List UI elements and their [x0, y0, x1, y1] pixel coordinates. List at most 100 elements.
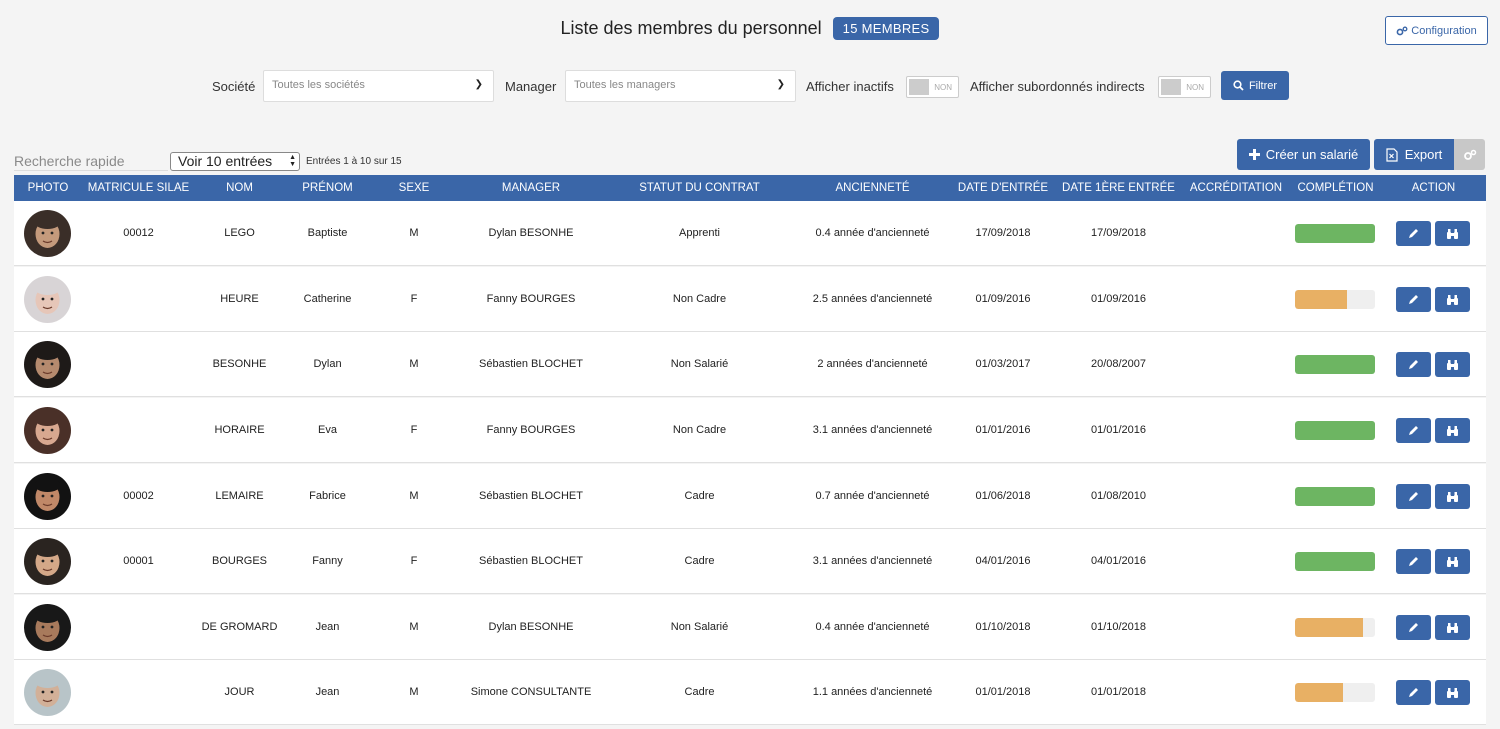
binoculars-icon: [1447, 491, 1458, 502]
gears-icon: [1396, 26, 1408, 35]
edit-button[interactable]: [1396, 287, 1431, 312]
table-row: 00012 LEGO Baptiste M Dylan BESONHE Apprenti 0…: [14, 201, 1486, 266]
gears-icon: [1463, 149, 1476, 160]
subordonnes-toggle[interactable]: NON: [1158, 76, 1211, 98]
edit-button[interactable]: [1396, 549, 1431, 574]
completion-bar: [1295, 618, 1375, 637]
member-count-badge: 15 MEMBRES: [832, 17, 940, 40]
column-header[interactable]: ANCIENNETÉ: [794, 182, 951, 194]
view-button[interactable]: [1435, 221, 1470, 246]
person-photo: [34, 478, 61, 511]
prenom-cell: Fabrice: [309, 490, 346, 502]
column-header[interactable]: NOM: [195, 182, 284, 194]
quick-search-input[interactable]: [14, 152, 168, 171]
edit-button[interactable]: [1396, 484, 1431, 509]
nom-cell: DE GROMARD: [201, 621, 278, 633]
date-entree-cell: 01/10/2018: [975, 621, 1031, 633]
date-premiere-entree-cell: 01/09/2016: [1090, 293, 1147, 305]
anciennete-cell: 0.7 année d'ancienneté: [815, 490, 930, 502]
binoculars-icon: [1447, 359, 1458, 370]
pencil-icon: [1409, 557, 1418, 566]
anciennete-cell: 0.4 année d'ancienneté: [815, 227, 930, 239]
excel-file-icon: [1386, 147, 1398, 162]
view-button[interactable]: [1435, 615, 1470, 640]
completion-bar: [1295, 683, 1375, 702]
date-premiere-entree-cell: 01/01/2018: [1090, 686, 1147, 698]
sexe-cell: M: [409, 227, 419, 239]
person-photo: [34, 346, 61, 379]
column-header[interactable]: DATE 1ÈRE ENTRÉE: [1055, 182, 1182, 194]
table-row: HORAIRE Eva F Fanny BOURGES Non Cadre 3.1 ann…: [14, 398, 1486, 463]
edit-button[interactable]: [1396, 418, 1431, 443]
column-header[interactable]: ACCRÉDITATION: [1182, 182, 1290, 194]
filter-button[interactable]: Filtrer: [1221, 71, 1289, 100]
societe-label: Société: [212, 79, 256, 94]
person-photo: [34, 543, 61, 576]
entries-info: Entrées 1 à 10 sur 15: [306, 156, 402, 167]
pencil-icon: [1409, 688, 1418, 697]
inactifs-label: Afficher inactifs: [806, 79, 894, 94]
create-employee-button[interactable]: Créer un salarié: [1237, 139, 1370, 170]
column-header[interactable]: COMPLÉTION: [1290, 182, 1381, 194]
view-button[interactable]: [1435, 418, 1470, 443]
page-length-select[interactable]: Voir 10 entrées ▲ ▼: [170, 152, 300, 171]
completion-bar-fill: [1295, 224, 1375, 243]
column-settings-button[interactable]: [1454, 139, 1485, 170]
avatar: [24, 407, 71, 454]
column-header[interactable]: SEXE: [371, 182, 457, 194]
societe-select[interactable]: Toutes les sociétés ❯: [263, 70, 494, 102]
manager-cell: Sébastien BLOCHET: [479, 358, 583, 370]
prenom-cell: Jean: [315, 621, 340, 633]
filter-button-label: Filtrer: [1248, 79, 1278, 92]
prenom-cell: Fanny: [312, 555, 343, 567]
pencil-icon: [1409, 426, 1418, 435]
edit-button[interactable]: [1396, 615, 1431, 640]
date-entree-cell: 01/09/2016: [975, 293, 1031, 305]
chevron-down-icon: ❯: [474, 79, 483, 90]
table-row: JOUR Jean M Simone CONSULTANTE Cadre 1.1 anné…: [14, 660, 1486, 725]
prenom-cell: Dylan: [313, 358, 342, 370]
export-label: Export: [1404, 147, 1443, 162]
column-header[interactable]: MANAGER: [457, 182, 605, 194]
view-button[interactable]: [1435, 484, 1470, 509]
nom-cell: HORAIRE: [214, 424, 265, 436]
column-header[interactable]: PRÉNOM: [284, 182, 371, 194]
matricule-cell: 00012: [123, 227, 154, 239]
completion-bar: [1295, 355, 1375, 374]
sort-arrows-icon: ▲ ▼: [289, 154, 296, 168]
view-button[interactable]: [1435, 352, 1470, 377]
view-button[interactable]: [1435, 680, 1470, 705]
completion-bar-fill: [1295, 421, 1375, 440]
avatar: [24, 669, 71, 716]
table-row: 00002 LEMAIRE Fabrice M Sébastien BLOCHET Cad…: [14, 464, 1486, 529]
view-button[interactable]: [1435, 549, 1470, 574]
inactifs-toggle[interactable]: NON: [906, 76, 959, 98]
anciennete-cell: 2.5 années d'ancienneté: [812, 293, 933, 305]
table-row: HEURE Catherine F Fanny BOURGES Non Cadre 2.5…: [14, 267, 1486, 332]
table-row: BESONHE Dylan M Sébastien BLOCHET Non Salari…: [14, 332, 1486, 397]
page-length-value: Voir 10 entrées: [178, 153, 273, 169]
create-employee-label: Créer un salarié: [1265, 147, 1359, 162]
nom-cell: BOURGES: [211, 555, 267, 567]
binoculars-icon: [1447, 228, 1458, 239]
pencil-icon: [1409, 360, 1418, 369]
column-header[interactable]: MATRICULE SILAE: [82, 182, 195, 194]
anciennete-cell: 3.1 années d'ancienneté: [812, 424, 933, 436]
date-entree-cell: 01/06/2018: [975, 490, 1031, 502]
edit-button[interactable]: [1396, 680, 1431, 705]
sexe-cell: M: [409, 358, 419, 370]
edit-button[interactable]: [1396, 352, 1431, 377]
export-button[interactable]: Export: [1374, 139, 1454, 170]
prenom-cell: Catherine: [303, 293, 352, 305]
manager-select[interactable]: Toutes les managers ❯: [565, 70, 796, 102]
column-header[interactable]: PHOTO: [14, 182, 82, 194]
date-premiere-entree-cell: 20/08/2007: [1090, 358, 1147, 370]
column-header[interactable]: STATUT DU CONTRAT: [605, 182, 794, 194]
edit-button[interactable]: [1396, 221, 1431, 246]
column-header[interactable]: DATE D'ENTRÉE: [951, 182, 1055, 194]
societe-select-value: Toutes les sociétés: [272, 79, 365, 91]
configuration-button[interactable]: Configuration: [1385, 16, 1488, 45]
view-button[interactable]: [1435, 287, 1470, 312]
manager-cell: Fanny BOURGES: [486, 293, 576, 305]
date-entree-cell: 01/01/2018: [975, 686, 1031, 698]
